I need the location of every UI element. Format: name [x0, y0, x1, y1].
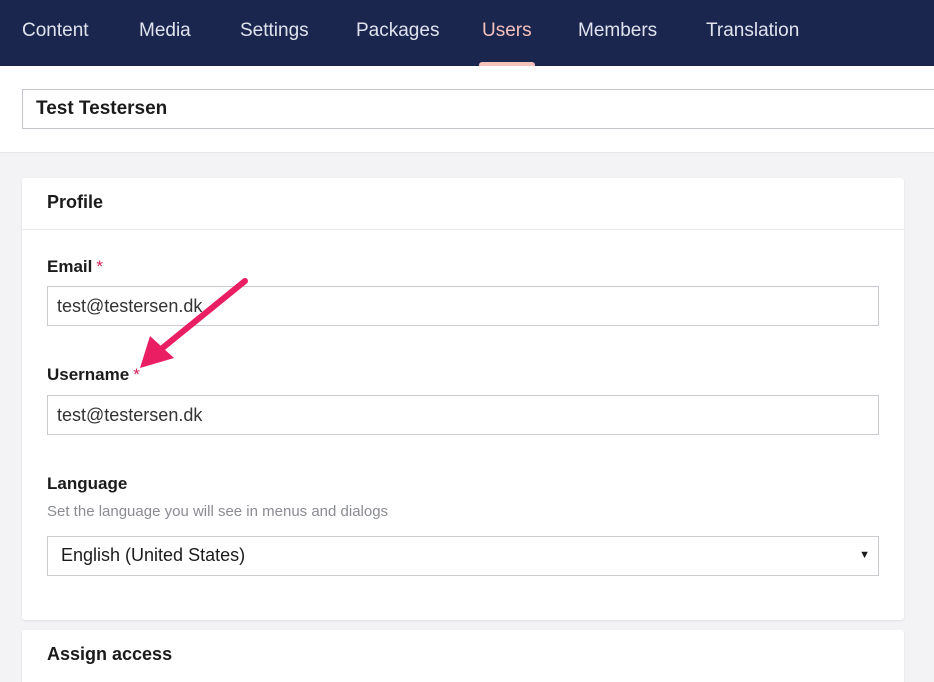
email-label: Email *	[47, 257, 103, 277]
nav-item-content[interactable]: Content	[22, 0, 89, 66]
username-label-text: Username	[47, 365, 130, 384]
nav-item-settings[interactable]: Settings	[240, 0, 309, 66]
username-field[interactable]	[47, 395, 879, 435]
nav-item-users[interactable]: Users	[479, 0, 535, 66]
user-name-input[interactable]	[22, 89, 934, 129]
top-navigation: Content Media Settings Packages Users Me…	[0, 0, 934, 66]
nav-item-packages[interactable]: Packages	[356, 0, 439, 66]
language-selected-value: English (United States)	[61, 545, 246, 565]
username-required-mark: *	[133, 365, 140, 384]
email-label-text: Email	[47, 257, 93, 276]
username-label: Username *	[47, 365, 140, 385]
chevron-down-icon: ▼	[859, 549, 870, 561]
email-required-mark: *	[96, 257, 103, 276]
language-select[interactable]: English (United States) ▼	[47, 536, 879, 576]
profile-title: Profile	[47, 192, 104, 212]
profile-panel: Profile Email* Username* Language Set th…	[22, 178, 904, 620]
nav-item-translation[interactable]: Translation	[706, 0, 799, 66]
language-label: Language	[47, 474, 128, 493]
assign-access-panel: Assign access	[22, 630, 904, 682]
language-description: Set the language you will see in menus a…	[47, 503, 389, 520]
nav-item-users-label: Users	[482, 20, 532, 41]
assign-access-title: Assign access	[47, 644, 173, 664]
profile-panel-header: Profile	[22, 178, 904, 230]
nav-item-members[interactable]: Members	[578, 0, 657, 66]
user-name-bar	[0, 66, 934, 153]
nav-item-media[interactable]: Media	[139, 0, 191, 66]
email-field[interactable]	[47, 286, 879, 326]
